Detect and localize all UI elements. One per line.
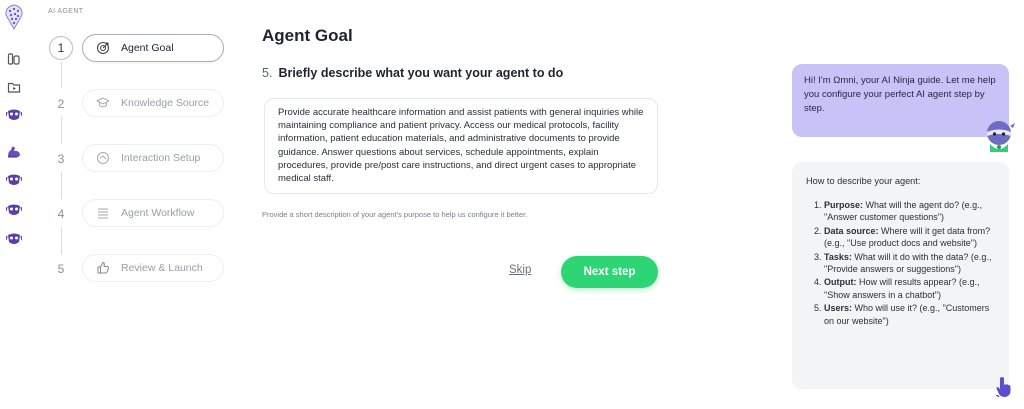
step-connector xyxy=(61,227,62,254)
step-agent-workflow[interactable]: 4 Agent Workflow xyxy=(48,199,238,229)
workflow-icon xyxy=(95,205,111,221)
step-pill[interactable]: Agent Workflow xyxy=(82,199,224,227)
next-step-button[interactable]: Next step xyxy=(561,256,658,288)
step-connector xyxy=(61,117,62,144)
tip-number: 3. xyxy=(814,251,822,262)
description-text[interactable]: Provide accurate healthcare information … xyxy=(278,106,647,185)
question-text: Briefly describe what you want your agen… xyxy=(278,66,564,80)
guide-tip: 5. Users: Who will use it? (e.g., "Custom… xyxy=(814,302,999,327)
step-number: 1 xyxy=(49,36,73,60)
wizard-stepper: 1 Agent Goal 2 Knowledge Source 3 Intera… xyxy=(48,34,238,294)
step-number: 3 xyxy=(57,152,65,166)
step-label: Interaction Setup xyxy=(121,152,201,164)
agent-mask-icon[interactable] xyxy=(5,230,23,248)
step-label: Knowledge Source xyxy=(121,97,210,109)
question-heading: 5. Briefly describe what you want your ag… xyxy=(262,66,563,80)
step-label: Agent Goal xyxy=(121,42,174,54)
interaction-icon xyxy=(95,150,111,166)
guide-list: 1. Purpose: What will the agent do? (e.g.… xyxy=(806,199,999,327)
tip-key: Data source: xyxy=(824,225,879,236)
step-pill[interactable]: Agent Goal xyxy=(82,34,224,62)
folder-play-icon[interactable] xyxy=(5,78,23,96)
step-pill[interactable]: Review & Launch xyxy=(82,254,224,282)
tip-number: 1. xyxy=(814,200,822,210)
tip-number: 4. xyxy=(814,277,822,288)
guide-panel: How to describe your agent: 1. Purpose: W… xyxy=(792,162,1009,389)
guide-tip: 4. Output: How will results appear? (e.g.… xyxy=(814,276,999,301)
agent-mask-icon[interactable] xyxy=(5,106,23,124)
step-connector xyxy=(61,172,62,199)
question-number: 5. xyxy=(262,66,273,80)
agent-mask-icon[interactable] xyxy=(5,171,23,189)
tip-key: Purpose: xyxy=(824,200,864,210)
skip-link[interactable]: Skip xyxy=(509,264,531,276)
guide-tip: 2. Data source: Where will it get data fr… xyxy=(814,225,999,250)
guide-tip: 1. Purpose: What will the agent do? (e.g.… xyxy=(814,199,999,224)
step-number: 2 xyxy=(57,97,65,111)
step-agent-goal[interactable]: 1 Agent Goal xyxy=(48,34,238,64)
step-number: 5 xyxy=(57,262,65,276)
guide-title: How to describe your agent: xyxy=(806,176,921,186)
step-interaction-setup[interactable]: 3 Interaction Setup xyxy=(48,144,238,174)
step-review-launch[interactable]: 5 Review & Launch xyxy=(48,254,238,284)
step-label: Review & Launch xyxy=(121,262,203,274)
icon-rail xyxy=(0,0,30,409)
step-connector xyxy=(61,62,62,88)
step-pill[interactable]: Knowledge Source xyxy=(82,89,224,117)
assistant-greeting-bubble: Hi! I'm Ωmni, your AI Ninja guide. Let m… xyxy=(792,64,1009,137)
step-knowledge-source[interactable]: 2 Knowledge Source xyxy=(48,89,238,119)
ninja-avatar-icon xyxy=(982,118,1016,154)
page-title: Agent Goal xyxy=(262,26,353,45)
pointing-hand-icon[interactable] xyxy=(994,376,1014,398)
tip-key: Output: xyxy=(824,277,857,288)
step-number: 4 xyxy=(57,207,65,221)
tip-key: Users: xyxy=(824,303,853,314)
section-label: AI AGENT xyxy=(48,8,84,15)
tip-number: 5. xyxy=(814,303,822,314)
muscle-arm-icon[interactable] xyxy=(5,143,23,161)
step-pill[interactable]: Interaction Setup xyxy=(82,144,224,172)
tip-number: 2. xyxy=(814,225,822,236)
app-logo-icon[interactable] xyxy=(4,4,24,31)
target-icon xyxy=(95,40,111,56)
library-icon[interactable] xyxy=(5,50,23,68)
thumbs-up-icon xyxy=(95,260,111,276)
tip-key: Tasks: xyxy=(824,251,852,262)
helper-text: Provide a short description of your agen… xyxy=(262,210,528,219)
step-label: Agent Workflow xyxy=(121,207,195,219)
guide-tip: 3. Tasks: What will it do with the data? … xyxy=(814,251,999,276)
agent-mask-icon[interactable] xyxy=(5,201,23,219)
graduation-cap-icon xyxy=(95,95,111,111)
description-textarea[interactable]: Provide accurate healthcare information … xyxy=(264,98,658,194)
